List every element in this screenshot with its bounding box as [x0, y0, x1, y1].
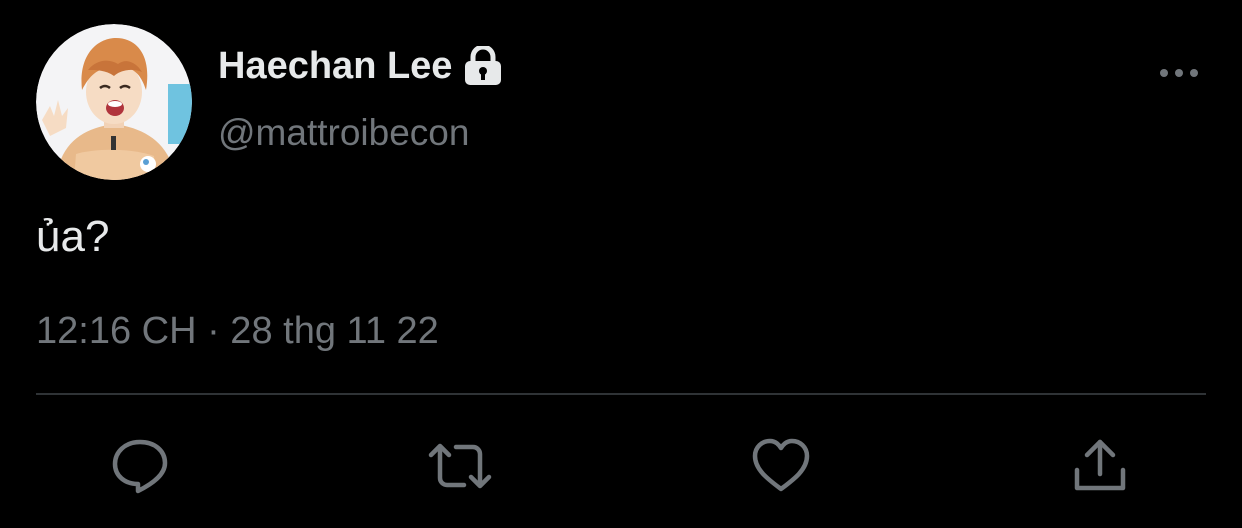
reply-button[interactable]: [108, 434, 172, 498]
avatar[interactable]: [36, 24, 192, 180]
retweet-icon: [428, 443, 492, 489]
share-icon: [1074, 439, 1126, 491]
username-handle[interactable]: @mattroibecon: [218, 112, 469, 154]
tweet-timestamp[interactable]: 12:16 CH · 28 thg 11 22: [36, 310, 439, 353]
more-horizontal-icon: [1160, 69, 1198, 77]
display-name[interactable]: Haechan Lee: [218, 44, 504, 88]
reply-icon: [112, 439, 168, 494]
more-options-button[interactable]: [1154, 58, 1204, 88]
share-button[interactable]: [1068, 434, 1132, 498]
tweet-text: ủa?: [36, 212, 110, 261]
lock-icon: [462, 44, 504, 86]
divider: [36, 393, 1206, 395]
retweet-button[interactable]: [428, 434, 492, 498]
like-button[interactable]: [749, 434, 813, 498]
display-name-text: Haechan Lee: [218, 44, 453, 87]
heart-icon: [752, 438, 810, 492]
